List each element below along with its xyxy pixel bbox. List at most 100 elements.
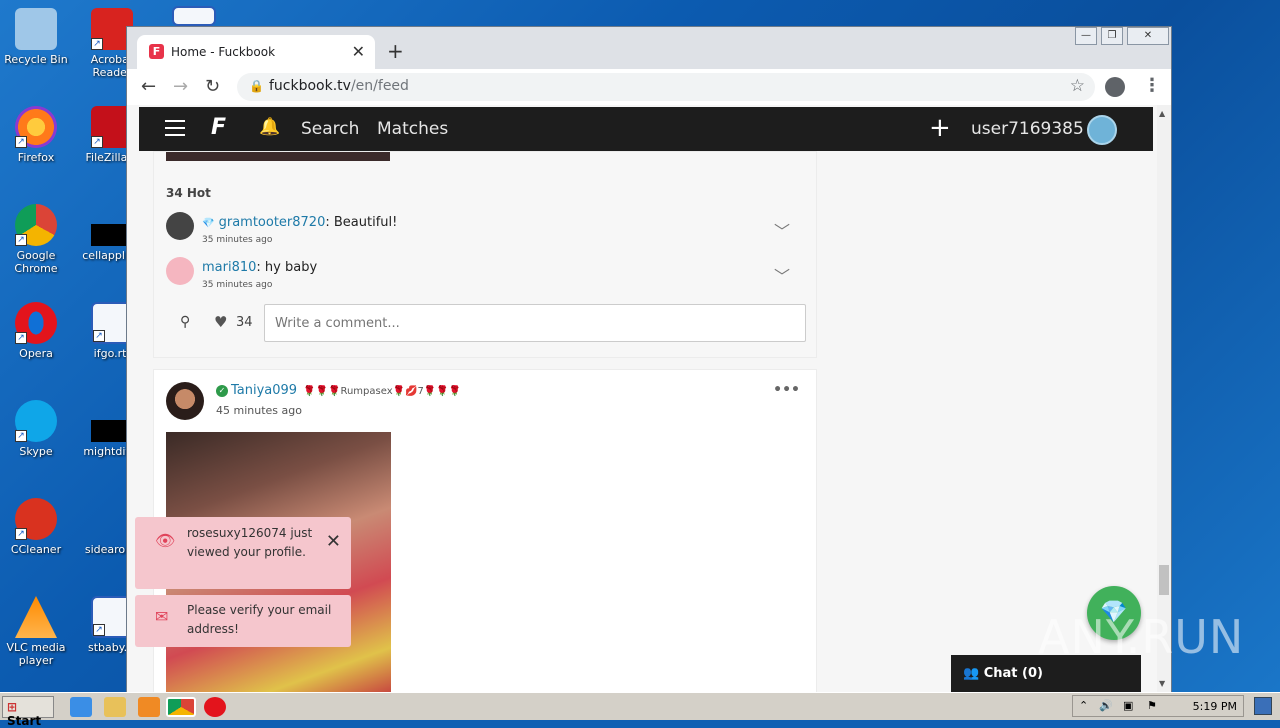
profile-icon[interactable] <box>1105 77 1125 97</box>
comment-username[interactable]: gramtooter8720 <box>219 215 326 230</box>
heart-icon[interactable]: ♥ <box>214 313 227 331</box>
media-player-icon[interactable] <box>138 697 160 717</box>
verify-email-toast[interactable]: ✉ Please verify your email address! <box>135 595 351 647</box>
author-line: ✓ Taniya099 🌹🌹🌹Rumpasex🌹💋7🌹🌹🌹 <box>216 383 461 398</box>
envelope-icon: ✉ <box>155 607 169 626</box>
chrome-taskbar-icon[interactable] <box>166 697 196 717</box>
start-button[interactable]: ⊞ Start <box>2 696 54 728</box>
add-post-button[interactable]: + <box>929 113 951 143</box>
vlc-icon <box>15 596 57 638</box>
eye-icon: 👁 <box>155 531 176 550</box>
username[interactable]: user7169385 <box>971 119 1084 139</box>
clock[interactable]: 5:19 PM <box>1193 700 1237 713</box>
back-arrow-icon[interactable]: ← <box>141 76 156 97</box>
desktop-icon-label: Google Chrome <box>14 249 58 275</box>
toolbar: ← → ↻ 🔒 fuckbook.tv/en/feed ☆ ⋮ <box>127 69 1171 105</box>
windows-logo-icon: ⊞ <box>7 700 18 714</box>
nav-matches[interactable]: Matches <box>377 119 448 139</box>
desktop-icon-label: ifgo.rtf <box>93 347 131 360</box>
desktop-icon-vlc[interactable]: VLC media player <box>0 596 72 667</box>
volume-icon[interactable]: 🔊 <box>1099 699 1113 712</box>
like-count: 34 <box>236 315 253 330</box>
ie-icon[interactable] <box>70 697 92 717</box>
desktop-icon-chrome[interactable]: ↗ Google Chrome <box>0 204 72 275</box>
restore-button[interactable]: ❐ <box>1101 27 1123 45</box>
close-window-button[interactable]: ✕ <box>1127 27 1169 45</box>
scroll-down-icon[interactable]: ▼ <box>1159 679 1165 688</box>
comment-input[interactable] <box>264 304 806 342</box>
comment-text: mari810: hy baby <box>202 260 317 275</box>
commenter-avatar[interactable] <box>166 212 194 240</box>
scrollbar[interactable]: ▲ ▼ <box>1157 105 1171 693</box>
comment-text: 💎 gramtooter8720: Beautiful! <box>202 215 397 230</box>
scroll-thumb[interactable] <box>1159 565 1169 595</box>
comment-username[interactable]: mari810 <box>202 260 256 275</box>
user-avatar[interactable] <box>1087 115 1117 145</box>
pin-icon[interactable]: ⚲ <box>180 314 190 330</box>
address-bar[interactable]: 🔒 fuckbook.tv/en/feed ☆ <box>237 73 1095 101</box>
kebab-menu-icon[interactable]: ⋮ <box>1143 75 1161 96</box>
watermark: ANY.RUN <box>1038 610 1245 664</box>
desktop-icon-recycle-bin[interactable]: Recycle Bin <box>0 8 72 66</box>
bookmark-star-icon[interactable]: ☆ <box>1070 76 1085 96</box>
desktop-icon-firefox[interactable]: ↗ Firefox <box>0 106 72 164</box>
tab-home[interactable]: F Home - Fuckbook ✕ <box>137 35 375 69</box>
opera-taskbar-icon[interactable] <box>204 697 226 717</box>
ccleaner-icon: ↗ <box>15 498 57 540</box>
tab-title: Home - Fuckbook <box>171 45 276 59</box>
commenter-avatar[interactable] <box>166 257 194 285</box>
post-actions: ⚲ ♥ 34 <box>166 304 806 344</box>
chevron-down-icon[interactable]: ﹀ <box>774 218 790 242</box>
profile-view-toast[interactable]: 👁 rosesuxy126074 just viewed your profil… <box>135 517 351 589</box>
hamburger-menu-icon[interactable] <box>165 120 185 136</box>
desktop-icon-skype[interactable]: ↗ Skype <box>0 400 72 458</box>
opera-icon: ↗ <box>15 302 57 344</box>
close-icon[interactable]: ✕ <box>326 531 341 552</box>
start-label: Start <box>7 714 42 728</box>
system-tray: ⌃ 🔊 ▣ ⚑ 5:19 PM <box>1072 695 1244 717</box>
desktop-icon-label: Recycle Bin <box>4 53 68 66</box>
diamond-icon: 💎 <box>202 218 215 229</box>
users-icon: 👥 <box>963 666 980 681</box>
forward-arrow-icon[interactable]: → <box>173 76 188 97</box>
favicon-icon: F <box>149 44 164 59</box>
comment-time: 35 minutes ago <box>202 280 273 290</box>
tab-strip: F Home - Fuckbook ✕ + — ❐ ✕ <box>127 27 1171 69</box>
desktop-icon-opera[interactable]: ↗ Opera <box>0 302 72 360</box>
desktop-icon-label: CCleaner <box>10 543 62 556</box>
url-path: /en/feed <box>350 78 409 94</box>
comment-time: 35 minutes ago <box>202 235 273 245</box>
toast-text: rosesuxy126074 just viewed your profile. <box>187 526 313 559</box>
comment-body: : hy baby <box>256 260 318 275</box>
scroll-up-icon[interactable]: ▲ <box>1159 109 1165 118</box>
new-tab-button[interactable]: + <box>387 39 404 63</box>
word-doc-icon <box>172 6 216 26</box>
close-tab-icon[interactable]: ✕ <box>352 42 365 61</box>
desktop-icon-ccleaner[interactable]: ↗ CCleaner <box>0 498 72 556</box>
nav-search[interactable]: Search <box>301 119 359 139</box>
post-card: 34 Hot 💎 gramtooter8720: Beautiful! 35 m… <box>153 151 817 358</box>
hot-count: 34 Hot <box>166 186 211 200</box>
skype-icon: ↗ <box>15 400 57 442</box>
comment-row: mari810: hy baby 35 minutes ago ﹀ <box>166 257 806 297</box>
author-avatar[interactable] <box>166 382 204 420</box>
site-navbar: F 🔔 Search Matches + user7169385 <box>139 107 1153 151</box>
network-icon[interactable]: ▣ <box>1123 699 1133 712</box>
desktop-icon-label: Firefox <box>17 151 55 164</box>
explorer-icon[interactable] <box>104 697 126 717</box>
reload-icon[interactable]: ↻ <box>205 76 220 97</box>
author-bio: 🌹🌹🌹Rumpasex🌹💋7🌹🌹🌹 <box>303 386 462 397</box>
minimize-button[interactable]: — <box>1075 27 1097 45</box>
site-logo[interactable]: F <box>211 115 226 140</box>
tray-expand-icon[interactable]: ⌃ <box>1079 699 1088 712</box>
show-desktop-icon[interactable] <box>1254 697 1272 715</box>
more-options-icon[interactable]: ••• <box>773 382 800 398</box>
chevron-down-icon[interactable]: ﹀ <box>774 263 790 287</box>
url-text: fuckbook.tv/en/feed <box>269 78 409 94</box>
firefox-icon: ↗ <box>15 106 57 148</box>
bell-icon[interactable]: 🔔 <box>259 117 280 137</box>
verified-check-icon: ✓ <box>216 385 228 397</box>
flag-icon[interactable]: ⚑ <box>1147 699 1157 712</box>
taskbar: ⊞ Start ⌃ 🔊 ▣ ⚑ 5:19 PM <box>0 692 1280 728</box>
author-name[interactable]: Taniya099 <box>231 383 297 398</box>
